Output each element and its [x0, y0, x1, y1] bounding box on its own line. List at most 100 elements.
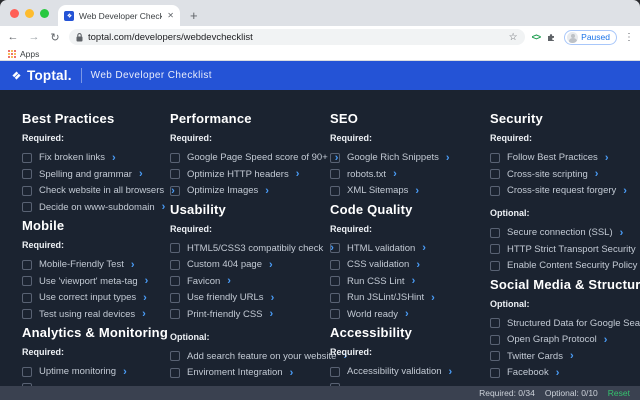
minimize-window-button[interactable]: [25, 9, 34, 18]
checklist-item[interactable]: Use correct input types›: [22, 292, 156, 303]
checklist-item[interactable]: Google Rich Snippets›: [330, 152, 476, 163]
profile-sync-badge[interactable]: Paused: [564, 30, 617, 45]
checkbox[interactable]: [22, 186, 32, 196]
checkbox[interactable]: [22, 309, 32, 319]
extensions-puzzle-icon[interactable]: [547, 32, 557, 42]
checkbox[interactable]: [490, 335, 500, 345]
toptal-logo[interactable]: Toptal.: [10, 68, 72, 83]
chevron-right-icon[interactable]: ›: [449, 367, 453, 377]
chevron-right-icon[interactable]: ›: [269, 260, 273, 270]
checkbox[interactable]: [170, 169, 180, 179]
chevron-right-icon[interactable]: ›: [265, 186, 269, 196]
new-tab-button[interactable]: +: [180, 8, 198, 26]
chevron-right-icon[interactable]: ›: [271, 293, 275, 303]
browser-tab[interactable]: Web Developer Checklist: Web ✕: [58, 5, 180, 26]
checkbox[interactable]: [330, 260, 340, 270]
checkbox[interactable]: [22, 153, 32, 163]
chevron-right-icon[interactable]: ›: [620, 228, 624, 238]
checkbox[interactable]: [490, 186, 500, 196]
maximize-window-button[interactable]: [40, 9, 49, 18]
checklist-item[interactable]: Structured Data for Google Search›: [490, 318, 640, 329]
checkbox[interactable]: [330, 276, 340, 286]
chevron-right-icon[interactable]: ›: [142, 309, 146, 319]
checklist-item[interactable]: Accessibility validation›: [330, 366, 476, 377]
checklist-item[interactable]: Print-friendly CSS›: [170, 309, 316, 320]
checkbox[interactable]: [490, 244, 500, 254]
browser-menu-icon[interactable]: ⋮: [624, 32, 634, 43]
checklist-item[interactable]: Use friendly URLs›: [170, 292, 316, 303]
checklist-item[interactable]: Google Page Speed score of 90+›: [170, 152, 316, 163]
checklist-item[interactable]: Follow Best Practices›: [490, 152, 640, 163]
chevron-right-icon[interactable]: ›: [145, 276, 149, 286]
checkbox[interactable]: [170, 186, 180, 196]
checkbox[interactable]: [330, 243, 340, 253]
checkbox[interactable]: [22, 276, 32, 286]
checklist-item[interactable]: Facebook›: [490, 367, 640, 378]
checkbox[interactable]: [330, 367, 340, 377]
checkbox[interactable]: [170, 309, 180, 319]
tab-close-icon[interactable]: ✕: [167, 11, 174, 20]
checkbox[interactable]: [22, 260, 32, 270]
checklist-item[interactable]: Favicon›: [170, 276, 316, 287]
checklist-item[interactable]: Custom 404 page›: [170, 259, 316, 270]
chevron-right-icon[interactable]: ›: [139, 169, 143, 179]
chevron-right-icon[interactable]: ›: [131, 260, 135, 270]
checkbox[interactable]: [330, 309, 340, 319]
checkbox[interactable]: [330, 293, 340, 303]
reload-icon[interactable]: ↻: [48, 31, 62, 44]
checkbox[interactable]: [170, 351, 180, 361]
chevron-right-icon[interactable]: ›: [143, 293, 147, 303]
address-bar[interactable]: toptal.com/developers/webdevchecklist ☆: [69, 29, 525, 45]
checkbox[interactable]: [170, 243, 180, 253]
checklist-item[interactable]: Enable Content Security Policy›: [490, 260, 640, 271]
checklist-item[interactable]: Add search feature on your website›: [170, 351, 316, 362]
checkbox[interactable]: [330, 153, 340, 163]
checkbox[interactable]: [22, 169, 32, 179]
checkbox[interactable]: [170, 293, 180, 303]
checklist-item[interactable]: Mobile-Friendly Test›: [22, 259, 156, 270]
checkbox[interactable]: [22, 367, 32, 377]
forward-icon[interactable]: →: [27, 31, 41, 43]
chevron-right-icon[interactable]: ›: [290, 368, 294, 378]
bookmark-star-icon[interactable]: ☆: [509, 32, 518, 43]
checklist-item[interactable]: Use 'viewport' meta-tag›: [22, 276, 156, 287]
url-text[interactable]: toptal.com/developers/webdevchecklist: [88, 32, 504, 43]
chevron-right-icon[interactable]: ›: [422, 243, 426, 253]
checklist-item[interactable]: Open Graph Protocol›: [490, 334, 640, 345]
checkbox[interactable]: [490, 261, 500, 271]
chevron-right-icon[interactable]: ›: [112, 153, 116, 163]
chevron-right-icon[interactable]: ›: [415, 186, 419, 196]
checkbox[interactable]: [170, 368, 180, 378]
checkbox[interactable]: [170, 260, 180, 270]
apps-grid-icon[interactable]: [8, 50, 16, 58]
checkbox[interactable]: [330, 186, 340, 196]
checkbox[interactable]: [22, 202, 32, 212]
chevron-right-icon[interactable]: ›: [405, 309, 409, 319]
apps-bookmark[interactable]: Apps: [20, 49, 39, 59]
chevron-right-icon[interactable]: ›: [227, 276, 231, 286]
chevron-right-icon[interactable]: ›: [123, 367, 127, 377]
checklist-item[interactable]: Cross-site request forgery›: [490, 185, 640, 196]
checkbox[interactable]: [490, 153, 500, 163]
checkbox[interactable]: [170, 276, 180, 286]
chevron-right-icon[interactable]: ›: [416, 260, 420, 270]
chevron-right-icon[interactable]: ›: [296, 169, 300, 179]
close-window-button[interactable]: [10, 9, 19, 18]
checklist-item[interactable]: Check website in all browsers›: [22, 185, 156, 196]
chevron-right-icon[interactable]: ›: [604, 335, 608, 345]
checklist-item[interactable]: Secure connection (SSL)›: [490, 227, 640, 238]
checklist-item[interactable]: HTTP Strict Transport Security›: [490, 244, 640, 255]
chevron-right-icon[interactable]: ›: [605, 153, 609, 163]
checkbox[interactable]: [330, 169, 340, 179]
checklist-item[interactable]: Test using real devices›: [22, 309, 156, 320]
checklist-item[interactable]: Optimize Images›: [170, 185, 316, 196]
chevron-right-icon[interactable]: ›: [623, 186, 627, 196]
checklist-item[interactable]: Decide on www-subdomain›: [22, 202, 156, 213]
green-extension-icon[interactable]: <>: [532, 32, 541, 42]
checklist-item[interactable]: Fix broken links›: [22, 152, 156, 163]
checklist-item[interactable]: HTML5/CSS3 compatibily check›: [170, 243, 316, 254]
chevron-right-icon[interactable]: ›: [431, 293, 435, 303]
checklist-item[interactable]: Twitter Cards›: [490, 351, 640, 362]
chevron-right-icon[interactable]: ›: [446, 153, 450, 163]
checkbox[interactable]: [170, 153, 180, 163]
